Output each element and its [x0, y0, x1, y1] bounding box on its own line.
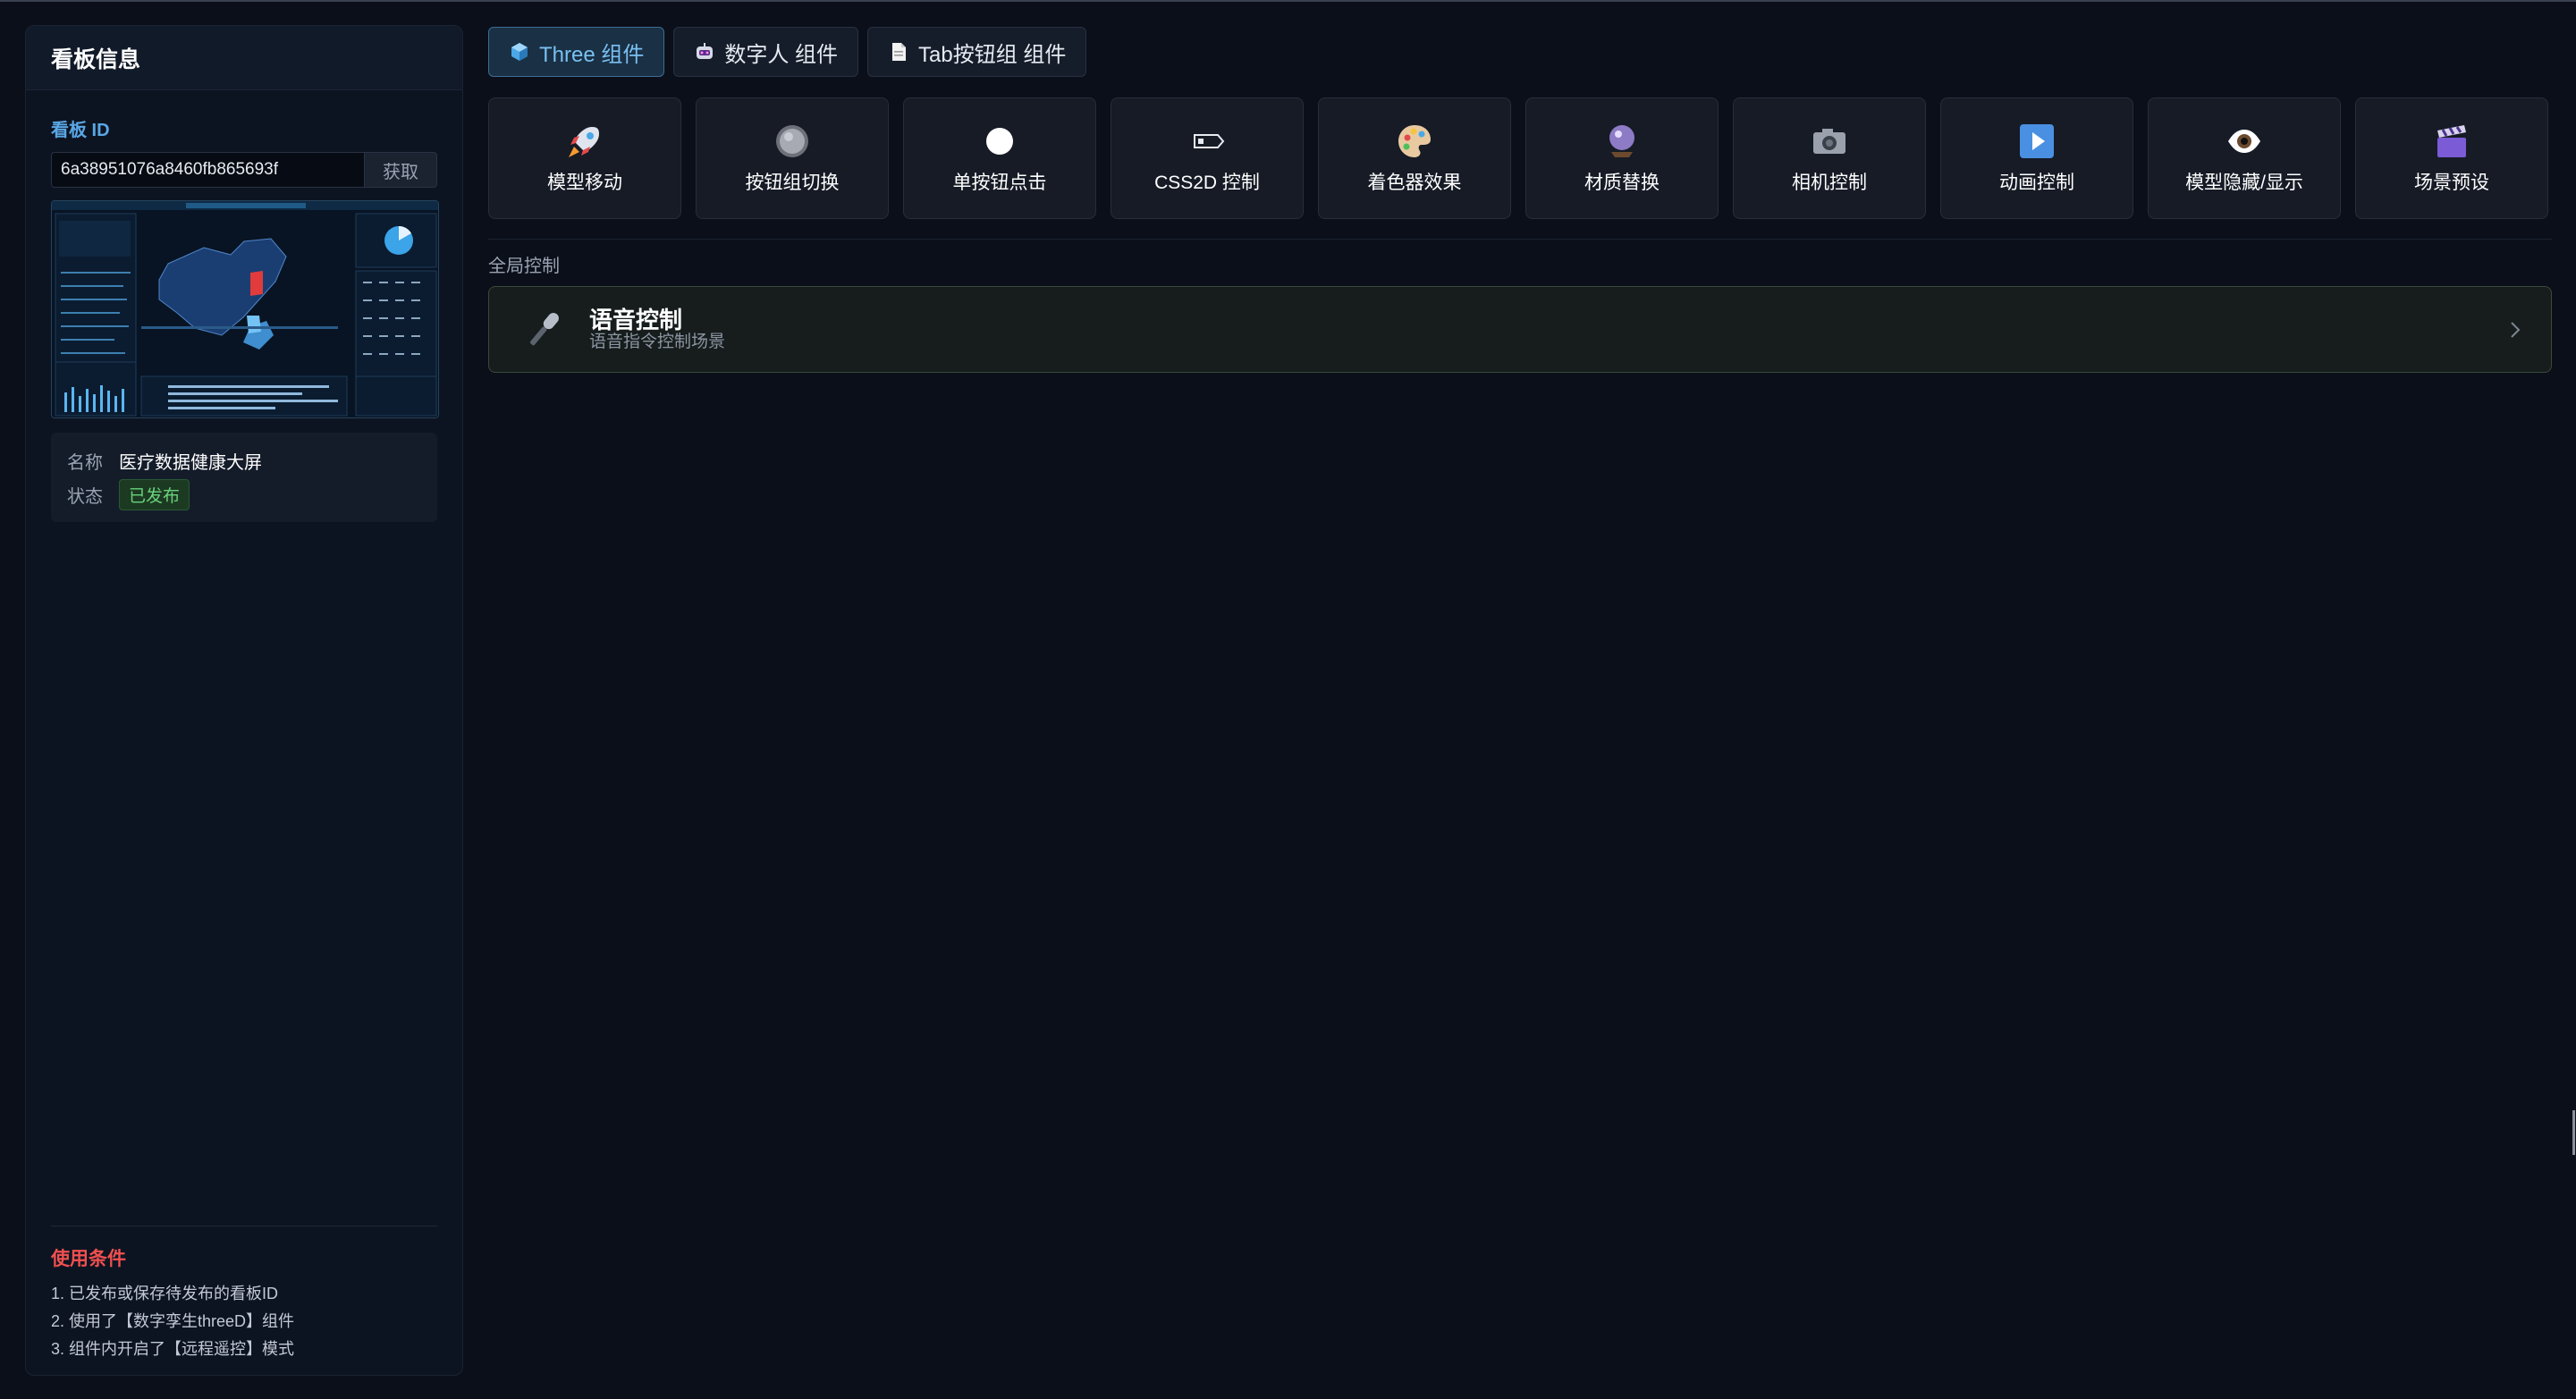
crystal-ball-icon [1609, 125, 1634, 157]
dashboard-id-input[interactable] [51, 152, 364, 188]
conditions-title: 使用条件 [51, 1249, 126, 1269]
robot-icon [697, 43, 714, 59]
play-icon [2020, 124, 2054, 158]
dashboard-id-row: 获取 [51, 152, 437, 188]
card-label: 按钮组切换 [745, 173, 840, 193]
dashboard-preview-image [52, 201, 438, 417]
dashboard-id-label: 看板 ID [51, 121, 110, 140]
condition-item: 2. 使用了【数字孪生threeD】组件 [51, 1312, 295, 1330]
eye-icon [2228, 130, 2260, 153]
sidebar: 看板信息 看板 ID 获取 [25, 25, 463, 1376]
card-model-visibility[interactable]: 模型隐藏/显示 [2148, 97, 2341, 219]
card-button-group-switch[interactable]: 按钮组切换 [696, 97, 889, 219]
card-animation-control[interactable]: 动画控制 [1940, 97, 2133, 219]
tab-digital-human[interactable]: 数字人 组件 [673, 27, 859, 77]
cube-icon [511, 43, 528, 61]
card-label: 模型移动 [547, 173, 622, 193]
white-circle-icon [986, 128, 1013, 155]
tab-label: Three 组件 [539, 42, 645, 67]
dashboard-thumbnail [51, 200, 439, 418]
component-tabs: Three 组件 数字人 组件 Tab按钮组 组件 [488, 27, 1087, 77]
fetch-button[interactable]: 获取 [364, 152, 437, 188]
clapper-icon [2437, 125, 2466, 157]
name-value: 医疗数据健康大屏 [119, 452, 262, 473]
microphone-icon [530, 312, 559, 345]
condition-item: 1. 已发布或保存待发布的看板ID [51, 1285, 279, 1302]
tab-button-group[interactable]: Tab按钮组 组件 [867, 27, 1087, 77]
sidebar-title: 看板信息 [26, 26, 462, 90]
tag-icon [1194, 134, 1225, 148]
card-label: 着色器效果 [1367, 173, 1462, 193]
card-label: CSS2D 控制 [1154, 173, 1260, 193]
chevron-right-icon [2511, 322, 2521, 338]
name-key: 名称 [67, 452, 103, 473]
card-material-replace[interactable]: 材质替换 [1525, 97, 1719, 219]
card-camera-control[interactable]: 相机控制 [1733, 97, 1926, 219]
scrollbar[interactable] [2572, 1110, 2575, 1155]
divider [488, 239, 2552, 240]
usage-conditions: 使用条件 1. 已发布或保存待发布的看板ID 2. 使用了【数字孪生threeD… [51, 1226, 437, 1363]
palette-icon [1398, 125, 1431, 157]
dashboard-info-card: 名称 医疗数据健康大屏 状态 已发布 [51, 433, 437, 522]
tab-label: 数字人 组件 [724, 42, 839, 67]
global-control-label: 全局控制 [488, 257, 560, 276]
card-label: 场景预设 [2414, 173, 2489, 193]
page-icon [892, 43, 907, 61]
status-row: 状态 已发布 [67, 477, 421, 511]
voice-control-panel[interactable]: 语音控制 语音指令控制场景 [488, 286, 2552, 373]
card-label: 模型隐藏/显示 [2185, 173, 2303, 193]
card-model-move[interactable]: 模型移动 [488, 97, 681, 219]
status-badge: 已发布 [119, 478, 190, 510]
card-label: 材质替换 [1584, 173, 1660, 193]
tab-label: Tab按钮组 组件 [918, 42, 1067, 67]
card-shader-effect[interactable]: 着色器效果 [1318, 97, 1511, 219]
card-label: 动画控制 [1999, 173, 2074, 193]
name-row: 名称 医疗数据健康大屏 [67, 443, 421, 477]
grey-circle-icon [776, 125, 808, 157]
rocket-icon [569, 127, 599, 157]
card-scene-preset[interactable]: 场景预设 [2355, 97, 2548, 219]
card-label: 相机控制 [1792, 173, 1867, 193]
card-css2d-control[interactable]: CSS2D 控制 [1111, 97, 1304, 219]
card-single-button-click[interactable]: 单按钮点击 [903, 97, 1096, 219]
page: 看板信息 看板 ID 获取 [0, 0, 2576, 1399]
voice-control-title: 语音控制 [589, 306, 683, 333]
camera-icon [1813, 129, 1845, 154]
condition-item: 3. 组件内开启了【远程遥控】模式 [51, 1340, 295, 1358]
tab-three[interactable]: Three 组件 [488, 27, 665, 77]
voice-control-subtitle: 语音指令控制场景 [589, 332, 726, 351]
card-label: 单按钮点击 [952, 173, 1047, 193]
component-cards: 模型移动 按钮组切换 单按钮点击 CSS2D 控制 着色器效果 材质替换 相机控… [488, 97, 2552, 219]
status-key: 状态 [67, 486, 103, 507]
